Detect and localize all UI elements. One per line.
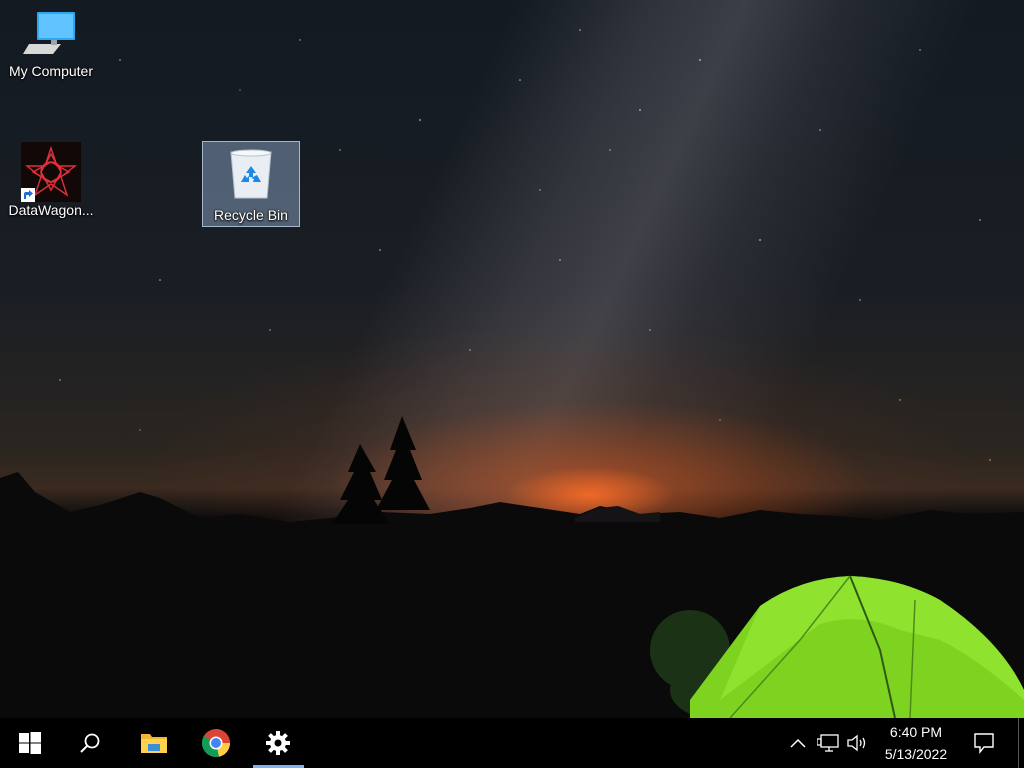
chrome-icon	[202, 729, 230, 757]
settings-gear-icon	[266, 731, 290, 755]
desktop-icon-label: DataWagon...	[8, 202, 94, 218]
recycle-bin-icon	[230, 149, 272, 199]
search-icon	[80, 733, 100, 753]
chrome-button[interactable]	[190, 718, 242, 768]
desktop-icon-label: My Computer	[8, 63, 94, 79]
show-desktop-button[interactable]	[1018, 718, 1024, 768]
file-explorer-button[interactable]	[128, 718, 180, 768]
clock-date: 5/13/2022	[884, 746, 948, 762]
windows-logo-icon	[19, 732, 41, 754]
wallpaper	[0, 29, 1024, 718]
computer-icon	[23, 12, 75, 54]
desktop-icon-my-computer[interactable]: My Computer	[2, 8, 100, 79]
desktop-icon-label: Recycle Bin	[214, 207, 288, 223]
stars	[59, 29, 991, 461]
chevron-up-icon	[790, 738, 806, 748]
speaker-icon	[847, 734, 866, 752]
clock[interactable]: 6:40 PM 5/13/2022	[876, 718, 956, 768]
datawagon-app-icon	[21, 142, 81, 202]
notification-icon	[974, 733, 994, 754]
action-center-button[interactable]	[962, 718, 1006, 768]
show-hidden-icons-button[interactable]	[786, 718, 810, 768]
distant-peak	[575, 506, 660, 522]
pine-trees	[332, 416, 430, 524]
desktop[interactable]: My Computer DataWagon... Recycle Bin	[0, 0, 1024, 718]
search-button[interactable]	[62, 718, 118, 768]
desktop-icon-datawagon[interactable]: DataWagon...	[2, 142, 100, 218]
clock-time: 6:40 PM	[889, 724, 943, 740]
taskbar: 6:40 PM 5/13/2022	[0, 718, 1024, 768]
shortcut-arrow-icon	[21, 188, 35, 202]
start-button[interactable]	[0, 718, 60, 768]
settings-button[interactable]	[252, 718, 304, 768]
volume-button[interactable]	[845, 718, 871, 768]
desktop-icon-recycle-bin[interactable]: Recycle Bin	[202, 141, 300, 227]
network-button[interactable]	[814, 718, 842, 768]
network-icon	[817, 734, 839, 752]
file-explorer-icon	[141, 734, 167, 753]
